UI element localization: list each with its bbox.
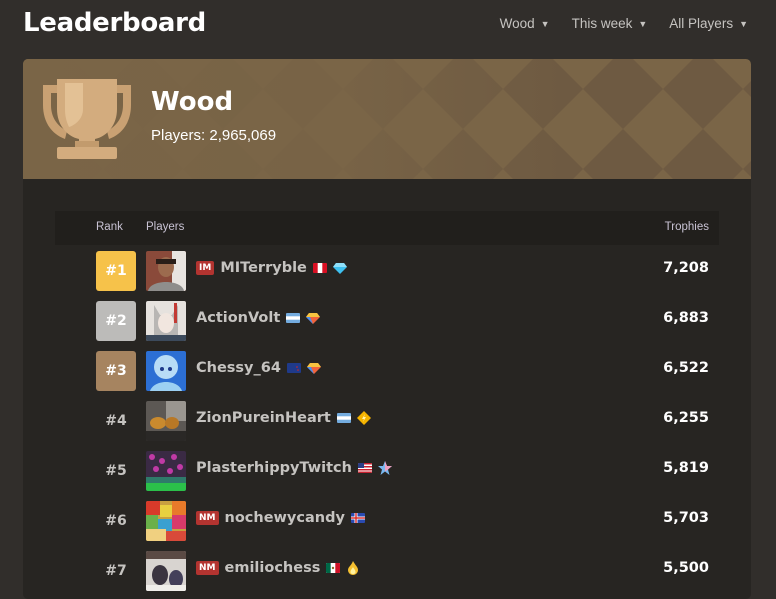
diamond-icon [332, 263, 347, 274]
table-row[interactable]: #5 PlasterhippyTwitch 5,819 [55, 445, 719, 495]
argentina-flag-icon [286, 313, 301, 323]
avatar[interactable] [146, 451, 186, 491]
mexico-flag-icon [326, 563, 341, 573]
caret-down-icon: ▼ [638, 18, 648, 29]
new-zealand-flag-icon [286, 363, 301, 373]
trophy-count: 6,255 [663, 410, 709, 426]
rainbow-gem-icon [306, 313, 321, 324]
table-row[interactable]: #6 NM nochewycandy 5,703 [55, 495, 719, 545]
table-row[interactable]: #1 IM MITerryble 7,208 [55, 245, 719, 295]
title-badge: IM [196, 261, 215, 275]
player-name[interactable]: Chessy_64 [196, 360, 281, 376]
trophy-count: 7,208 [663, 260, 709, 276]
player-name[interactable]: PlasterhippyTwitch [196, 460, 352, 476]
tier-banner: Wood Players: 2,965,069 [23, 59, 751, 179]
trophy-count: 5,703 [663, 510, 709, 526]
iceland-flag-icon [350, 513, 365, 523]
rank-label: #7 [105, 563, 127, 579]
rank-label: #6 [105, 513, 127, 529]
table-row[interactable]: #4 ZionPureinHeart 6,255 [55, 395, 719, 445]
tier-name: Wood [151, 87, 234, 117]
caret-down-icon: ▼ [540, 18, 550, 29]
tier-filter-label: Wood [499, 16, 535, 31]
rank-badge: #3 [96, 351, 136, 391]
avatar[interactable] [146, 351, 186, 391]
avatar[interactable] [146, 501, 186, 541]
rainbow-gem-icon [306, 363, 321, 374]
player-count: Players: 2,965,069 [151, 127, 277, 144]
page-title: Leaderboard [23, 8, 206, 38]
column-header-players: Players [146, 221, 185, 233]
trophy-count: 6,883 [663, 310, 709, 326]
rank-badge: #2 [96, 301, 136, 341]
table-header: Rank Players Trophies [55, 211, 719, 245]
avatar[interactable] [146, 301, 186, 341]
tier-filter-dropdown[interactable]: Wood ▼ [500, 16, 550, 31]
player-name[interactable]: nochewycandy [225, 510, 345, 526]
title-badge: NM [196, 561, 219, 575]
player-name[interactable]: ActionVolt [196, 310, 280, 326]
column-header-trophies: Trophies [664, 221, 709, 233]
players-filter-label: All Players [669, 16, 734, 31]
trophy-icon [43, 79, 131, 159]
player-name[interactable]: emiliochess [225, 560, 321, 576]
star-icon [377, 461, 392, 475]
table-row[interactable]: #7 NM emiliochess 5,500 [55, 545, 719, 595]
player-name[interactable]: ZionPureinHeart [196, 410, 331, 426]
rank-label: #5 [105, 463, 127, 479]
title-badge: NM [196, 511, 219, 525]
table-row[interactable]: #3 Chessy_64 6,522 [55, 345, 719, 395]
players-filter-dropdown[interactable]: All Players ▼ [669, 16, 748, 31]
lightning-gem-icon [356, 411, 371, 425]
leaderboard-table: Rank Players Trophies #1 IM MITerryble 7… [55, 211, 719, 595]
filter-bar: Wood ▼ This week ▼ All Players ▼ [500, 16, 748, 31]
peru-flag-icon [312, 263, 327, 273]
avatar[interactable] [146, 551, 186, 591]
top-bar: Leaderboard Wood ▼ This week ▼ All Playe… [0, 0, 776, 56]
flame-icon [348, 561, 359, 575]
caret-down-icon: ▼ [739, 18, 748, 29]
argentina-flag-icon [336, 413, 351, 423]
table-row[interactable]: #2 ActionVolt 6,883 [55, 295, 719, 345]
usa-flag-icon [357, 463, 372, 473]
leaderboard-panel: Wood Players: 2,965,069 Rank Players Tro… [23, 59, 751, 599]
rank-label: #4 [105, 413, 127, 429]
avatar[interactable] [146, 251, 186, 291]
rank-badge: #1 [96, 251, 136, 291]
period-filter-dropdown[interactable]: This week ▼ [572, 16, 648, 31]
trophy-count: 5,500 [663, 560, 709, 576]
trophy-count: 6,522 [663, 360, 709, 376]
trophy-count: 5,819 [663, 460, 709, 476]
period-filter-label: This week [571, 16, 633, 31]
player-name[interactable]: MITerryble [220, 260, 307, 276]
avatar[interactable] [146, 401, 186, 441]
column-header-rank: Rank [96, 221, 123, 233]
